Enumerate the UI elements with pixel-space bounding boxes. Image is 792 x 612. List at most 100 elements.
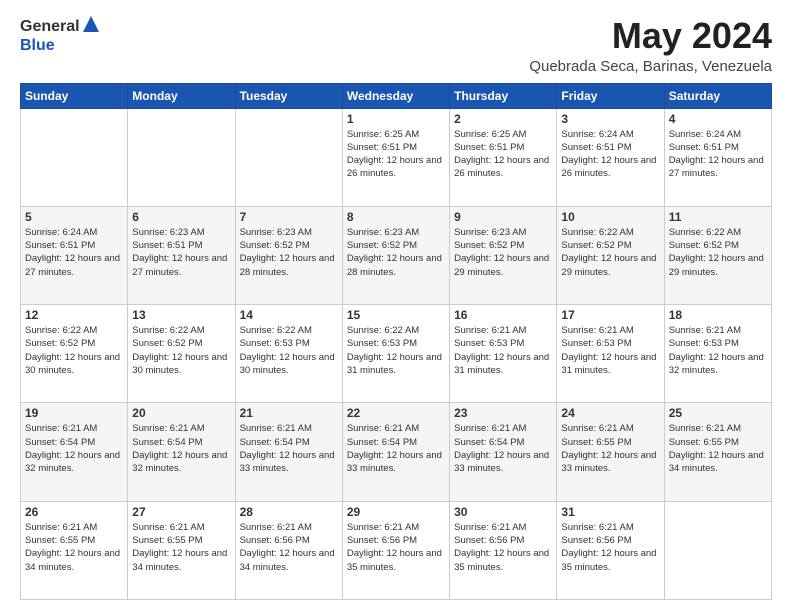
cell-info: Sunrise: 6:23 AMSunset: 6:52 PMDaylight:… <box>454 227 549 278</box>
cell-info: Sunrise: 6:22 AMSunset: 6:52 PMDaylight:… <box>132 325 227 376</box>
day-number: 30 <box>454 505 552 519</box>
day-number: 1 <box>347 112 445 126</box>
header-tuesday: Tuesday <box>235 83 342 108</box>
table-row <box>128 108 235 206</box>
table-row: 8 Sunrise: 6:23 AMSunset: 6:52 PMDaylight… <box>342 206 449 304</box>
cell-info: Sunrise: 6:24 AMSunset: 6:51 PMDaylight:… <box>669 129 764 180</box>
table-row: 7Sunrise: 6:23 AMSunset: 6:52 PMDaylight… <box>235 206 342 304</box>
calendar-week-row: 19 Sunrise: 6:21 AMSunset: 6:54 PMDayligh… <box>21 403 772 501</box>
day-number: 5 <box>25 210 123 224</box>
day-number: 21 <box>240 406 338 420</box>
day-number: 10 <box>561 210 659 224</box>
table-row: 27 Sunrise: 6:21 AMSunset: 6:55 PMDayligh… <box>128 501 235 599</box>
calendar-week-row: 12 Sunrise: 6:22 AMSunset: 6:52 PMDayligh… <box>21 305 772 403</box>
table-row: 15 Sunrise: 6:22 AMSunset: 6:53 PMDayligh… <box>342 305 449 403</box>
header-sunday: Sunday <box>21 83 128 108</box>
cell-info: Sunrise: 6:24 AMSunset: 6:51 PMDaylight:… <box>561 129 656 180</box>
cell-info: Sunrise: 6:21 AMSunset: 6:54 PMDaylight:… <box>25 423 120 474</box>
day-number: 20 <box>132 406 230 420</box>
day-number: 24 <box>561 406 659 420</box>
cell-info: Sunrise: 6:22 AMSunset: 6:53 PMDaylight:… <box>347 325 442 376</box>
calendar-week-row: 1 Sunrise: 6:25 AMSunset: 6:51 PMDaylight… <box>21 108 772 206</box>
table-row: 9 Sunrise: 6:23 AMSunset: 6:52 PMDaylight… <box>450 206 557 304</box>
calendar-week-row: 26 Sunrise: 6:21 AMSunset: 6:55 PMDayligh… <box>21 501 772 599</box>
table-row: 6Sunrise: 6:23 AMSunset: 6:51 PMDaylight… <box>128 206 235 304</box>
day-number: 12 <box>25 308 123 322</box>
table-row: 30 Sunrise: 6:21 AMSunset: 6:56 PMDayligh… <box>450 501 557 599</box>
cell-info: Sunrise: 6:25 AMSunset: 6:51 PMDaylight:… <box>454 129 549 180</box>
day-number: 2 <box>454 112 552 126</box>
table-row: 21 Sunrise: 6:21 AMSunset: 6:54 PMDayligh… <box>235 403 342 501</box>
cell-info: Sunrise: 6:21 AMSunset: 6:56 PMDaylight:… <box>454 522 549 573</box>
cell-info: Sunrise: 6:23 AMSunset: 6:52 PMDaylight:… <box>240 227 335 278</box>
cell-info: Sunrise: 6:22 AMSunset: 6:52 PMDaylight:… <box>561 227 656 278</box>
table-row: 13 Sunrise: 6:22 AMSunset: 6:52 PMDayligh… <box>128 305 235 403</box>
month-title: May 2024 <box>529 16 772 56</box>
header-thursday: Thursday <box>450 83 557 108</box>
logo: General Blue <box>20 16 99 55</box>
logo-icon <box>83 16 99 37</box>
day-number: 15 <box>347 308 445 322</box>
title-area: May 2024 Quebrada Seca, Barinas, Venezue… <box>529 16 772 75</box>
table-row: 29 Sunrise: 6:21 AMSunset: 6:56 PMDayligh… <box>342 501 449 599</box>
header-wednesday: Wednesday <box>342 83 449 108</box>
table-row: 23 Sunrise: 6:21 AMSunset: 6:54 PMDayligh… <box>450 403 557 501</box>
day-number: 29 <box>347 505 445 519</box>
table-row: 31 Sunrise: 6:21 AMSunset: 6:56 PMDayligh… <box>557 501 664 599</box>
day-number: 22 <box>347 406 445 420</box>
day-number: 27 <box>132 505 230 519</box>
cell-info: Sunrise: 6:21 AMSunset: 6:54 PMDaylight:… <box>240 423 335 474</box>
table-row: 18Sunrise: 6:21 AMSunset: 6:53 PMDayligh… <box>664 305 771 403</box>
table-row: 25 Sunrise: 6:21 AMSunset: 6:55 PMDayligh… <box>664 403 771 501</box>
cell-info: Sunrise: 6:23 AMSunset: 6:52 PMDaylight:… <box>347 227 442 278</box>
table-row: 11 Sunrise: 6:22 AMSunset: 6:52 PMDayligh… <box>664 206 771 304</box>
table-row: 17Sunrise: 6:21 AMSunset: 6:53 PMDayligh… <box>557 305 664 403</box>
table-row: 16Sunrise: 6:21 AMSunset: 6:53 PMDayligh… <box>450 305 557 403</box>
day-number: 4 <box>669 112 767 126</box>
cell-info: Sunrise: 6:21 AMSunset: 6:56 PMDaylight:… <box>240 522 335 573</box>
table-row: 14Sunrise: 6:22 AMSunset: 6:53 PMDayligh… <box>235 305 342 403</box>
header-saturday: Saturday <box>664 83 771 108</box>
day-number: 16 <box>454 308 552 322</box>
cell-info: Sunrise: 6:21 AMSunset: 6:54 PMDaylight:… <box>132 423 227 474</box>
calendar-week-row: 5Sunrise: 6:24 AMSunset: 6:51 PMDaylight… <box>21 206 772 304</box>
location: Quebrada Seca, Barinas, Venezuela <box>529 58 772 75</box>
cell-info: Sunrise: 6:21 AMSunset: 6:56 PMDaylight:… <box>561 522 656 573</box>
table-row: 26 Sunrise: 6:21 AMSunset: 6:55 PMDayligh… <box>21 501 128 599</box>
day-number: 9 <box>454 210 552 224</box>
table-row: 5Sunrise: 6:24 AMSunset: 6:51 PMDaylight… <box>21 206 128 304</box>
cell-info: Sunrise: 6:21 AMSunset: 6:55 PMDaylight:… <box>561 423 656 474</box>
cell-info: Sunrise: 6:22 AMSunset: 6:52 PMDaylight:… <box>669 227 764 278</box>
day-number: 8 <box>347 210 445 224</box>
cell-info: Sunrise: 6:22 AMSunset: 6:52 PMDaylight:… <box>25 325 120 376</box>
table-row <box>235 108 342 206</box>
table-row <box>21 108 128 206</box>
cell-info: Sunrise: 6:22 AMSunset: 6:53 PMDaylight:… <box>240 325 335 376</box>
header-friday: Friday <box>557 83 664 108</box>
day-number: 13 <box>132 308 230 322</box>
cell-info: Sunrise: 6:21 AMSunset: 6:55 PMDaylight:… <box>132 522 227 573</box>
cell-info: Sunrise: 6:21 AMSunset: 6:54 PMDaylight:… <box>454 423 549 474</box>
day-number: 26 <box>25 505 123 519</box>
header-monday: Monday <box>128 83 235 108</box>
table-row: 3Sunrise: 6:24 AMSunset: 6:51 PMDaylight… <box>557 108 664 206</box>
day-number: 6 <box>132 210 230 224</box>
page: General Blue May 2024 Quebrada Seca, Bar… <box>0 0 792 612</box>
cell-info: Sunrise: 6:21 AMSunset: 6:56 PMDaylight:… <box>347 522 442 573</box>
table-row: 20 Sunrise: 6:21 AMSunset: 6:54 PMDayligh… <box>128 403 235 501</box>
day-number: 31 <box>561 505 659 519</box>
day-number: 23 <box>454 406 552 420</box>
table-row: 10 Sunrise: 6:22 AMSunset: 6:52 PMDayligh… <box>557 206 664 304</box>
day-number: 11 <box>669 210 767 224</box>
day-number: 19 <box>25 406 123 420</box>
table-row: 24 Sunrise: 6:21 AMSunset: 6:55 PMDayligh… <box>557 403 664 501</box>
cell-info: Sunrise: 6:25 AMSunset: 6:51 PMDaylight:… <box>347 129 442 180</box>
table-row: 28Sunrise: 6:21 AMSunset: 6:56 PMDayligh… <box>235 501 342 599</box>
day-number: 25 <box>669 406 767 420</box>
calendar-table: Sunday Monday Tuesday Wednesday Thursday… <box>20 83 772 600</box>
logo-general: General <box>20 18 80 36</box>
cell-info: Sunrise: 6:21 AMSunset: 6:55 PMDaylight:… <box>25 522 120 573</box>
cell-info: Sunrise: 6:21 AMSunset: 6:55 PMDaylight:… <box>669 423 764 474</box>
table-row: 12 Sunrise: 6:22 AMSunset: 6:52 PMDayligh… <box>21 305 128 403</box>
calendar-header-row: Sunday Monday Tuesday Wednesday Thursday… <box>21 83 772 108</box>
